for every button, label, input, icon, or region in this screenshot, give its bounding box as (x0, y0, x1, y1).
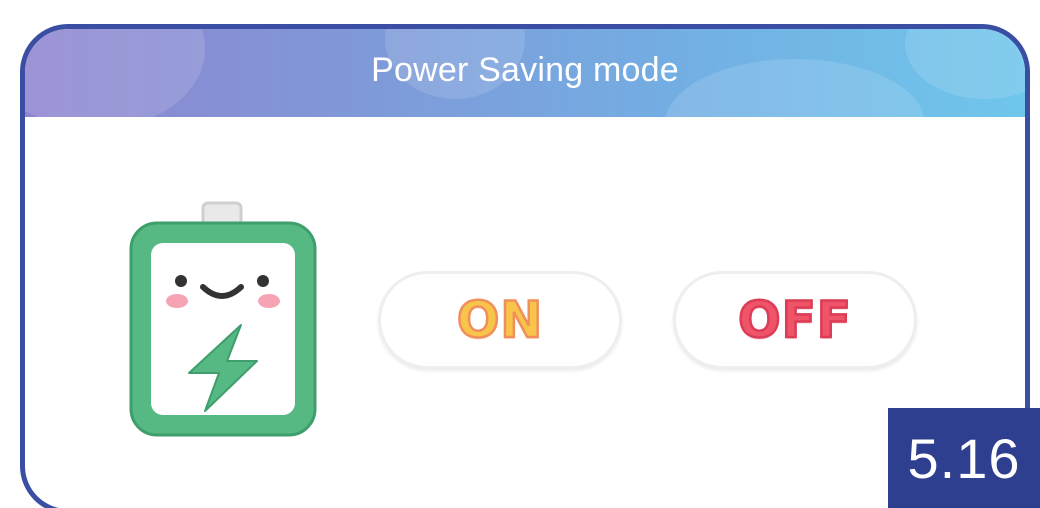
off-button-label: OFF (737, 291, 852, 349)
power-saving-dialog: Power Saving mode ON OFF (20, 24, 1030, 508)
on-button-label: ON (456, 291, 544, 349)
off-button[interactable]: OFF (673, 271, 917, 369)
dialog-header: Power Saving mode (25, 29, 1025, 117)
smiling-battery-charging-icon (129, 201, 317, 437)
dialog-title: Power Saving mode (371, 51, 679, 89)
version-badge: 5.16 (888, 408, 1040, 508)
on-button[interactable]: ON (378, 271, 622, 369)
screen: Power Saving mode ON OFF 5.16 (0, 0, 1040, 508)
